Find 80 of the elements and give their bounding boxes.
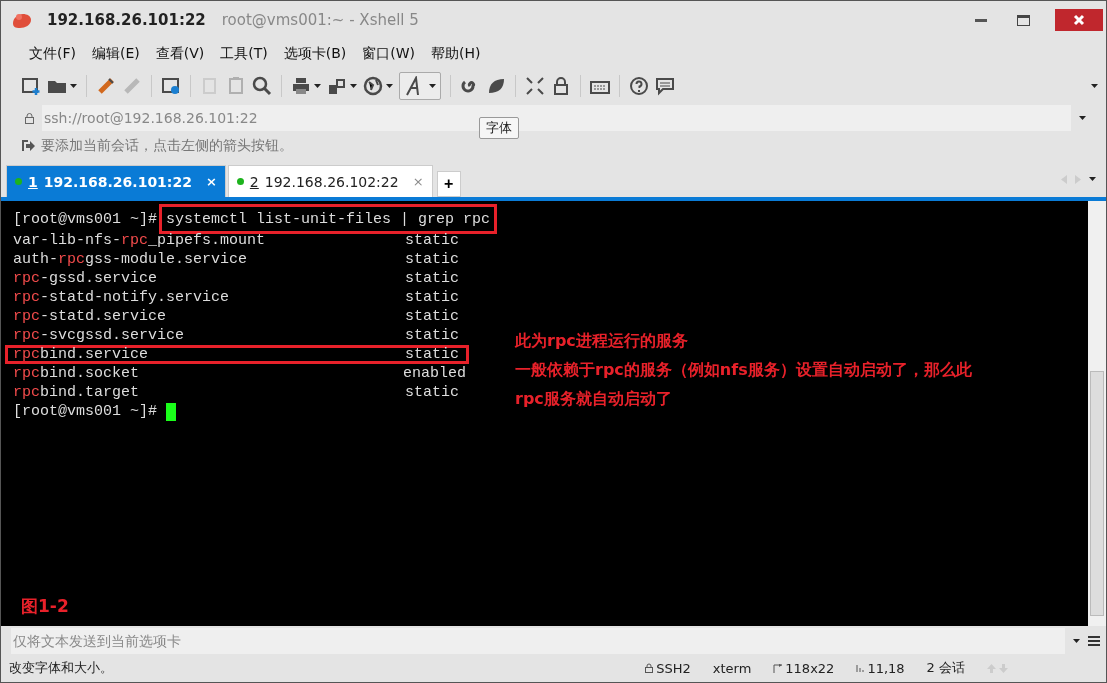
unit-file-state: static xyxy=(405,289,459,306)
caret-icon[interactable] xyxy=(1091,84,1098,88)
help-icon[interactable] xyxy=(629,76,649,96)
tab-close-button[interactable]: × xyxy=(404,174,424,189)
unit-file-state: static xyxy=(405,308,459,325)
session-tab[interactable]: 2 192.168.26.102:22 × xyxy=(227,165,433,197)
session-tab[interactable]: 1 192.168.26.101:22 × xyxy=(6,165,226,197)
printer-icon[interactable] xyxy=(291,76,311,96)
arrow-icon xyxy=(21,139,35,153)
figure-label: 图1-2 xyxy=(21,595,69,618)
search-icon[interactable] xyxy=(252,76,272,96)
new-window-icon[interactable] xyxy=(21,76,41,96)
menu-item[interactable]: 查看(V) xyxy=(149,43,211,65)
session-count-text: 2 会话 xyxy=(926,659,965,677)
tooltip: 字体 xyxy=(479,117,519,139)
unit-file-state: static xyxy=(405,232,459,249)
annotation-text: rpc服务就自动启动了 xyxy=(515,389,673,410)
command-text: systemctl list-unit-files | grep rpc xyxy=(159,204,498,234)
status-message: 改变字体和大小。 xyxy=(9,659,113,677)
maximize-icon[interactable] xyxy=(1016,14,1030,26)
caret-icon[interactable] xyxy=(1089,177,1096,181)
resize-icon xyxy=(773,663,783,673)
send-field[interactable]: 仅将文本发送到当前选项卡 xyxy=(11,628,1065,654)
unit-file-name: rpcbind.socket xyxy=(13,365,141,382)
leaf-icon[interactable] xyxy=(486,76,506,96)
minimize-icon[interactable] xyxy=(975,18,987,22)
menu-item[interactable]: 窗口(W) xyxy=(356,43,422,65)
caret-icon[interactable] xyxy=(314,84,321,88)
lock-icon xyxy=(645,663,654,673)
terminal-size-text: 118x22 xyxy=(785,660,835,676)
annotation-text: 一般依赖于rpc的服务（例如nfs服务）设置自动启动了，那么此 xyxy=(515,360,972,381)
unit-file-name: rpcbind.target xyxy=(13,384,141,401)
menu-item[interactable]: 帮助(H) xyxy=(425,43,487,65)
unit-file-name: rpc-statd-notify.service xyxy=(13,289,231,306)
unit-file-name: rpc-statd.service xyxy=(13,308,168,325)
app-logo-icon xyxy=(11,11,33,29)
close-icon[interactable] xyxy=(1073,14,1085,26)
tab-close-button[interactable]: × xyxy=(197,174,217,189)
lock-icon xyxy=(25,112,34,124)
unit-file-name: auth-rpcgss-module.service xyxy=(13,251,249,268)
fullscreen-icon[interactable] xyxy=(525,76,545,96)
cursor-position-icon xyxy=(856,663,865,673)
unit-file-state: static xyxy=(405,327,459,344)
unit-file-name: rpcbind.service xyxy=(13,346,150,363)
close-button[interactable] xyxy=(1055,9,1103,31)
unit-file-state: static xyxy=(405,346,459,363)
unit-file-state: static xyxy=(405,384,459,401)
scrollbar[interactable] xyxy=(1088,201,1106,626)
unit-file-state: static xyxy=(405,270,459,287)
menu-item[interactable]: 文件(F) xyxy=(23,43,82,65)
cursor-position-text: 11,18 xyxy=(867,660,905,676)
lock-icon[interactable] xyxy=(551,76,571,96)
unit-file-state: enabled xyxy=(403,365,466,382)
menu-item[interactable]: 编辑(E) xyxy=(86,43,146,65)
caret-icon[interactable] xyxy=(386,84,393,88)
caret-icon[interactable] xyxy=(1073,639,1080,643)
menu-item[interactable]: 工具(T) xyxy=(214,43,274,65)
caret-icon[interactable] xyxy=(429,84,436,88)
annotation-text: 此为rpc进程运行的服务 xyxy=(515,331,689,352)
settings-icon[interactable] xyxy=(161,76,181,96)
unit-file-name: var-lib-nfs-rpc_pipefs.mount xyxy=(13,232,267,249)
window-title: 192.168.26.101:22 xyxy=(47,11,206,29)
hint-text: 要添加当前会话，点击左侧的箭头按钮。 xyxy=(41,137,293,155)
font-button[interactable] xyxy=(399,72,441,100)
unit-file-name: rpc-gssd.service xyxy=(13,270,159,287)
globe-icon[interactable] xyxy=(363,76,383,96)
window-subtitle: root@vms001:~ - Xshell 5 xyxy=(221,11,419,29)
unit-file-state: static xyxy=(405,251,459,268)
menu-item[interactable]: 选项卡(B) xyxy=(277,43,353,65)
shell-prompt: [root@vms001 ~]# xyxy=(13,210,158,228)
shell-prompt: [root@vms001 ~]# xyxy=(13,403,158,420)
caret-icon[interactable] xyxy=(350,84,357,88)
terminal-type-text: xterm xyxy=(712,660,752,676)
chat-icon[interactable] xyxy=(655,76,675,96)
unit-file-name: rpc-svcgssd.service xyxy=(13,327,186,344)
caret-icon[interactable] xyxy=(1079,116,1086,120)
menu-icon[interactable] xyxy=(1088,636,1100,646)
protocol-text: SSH2 xyxy=(656,660,691,676)
caret-icon[interactable] xyxy=(70,84,77,88)
new-tab-button[interactable]: + xyxy=(436,171,461,197)
